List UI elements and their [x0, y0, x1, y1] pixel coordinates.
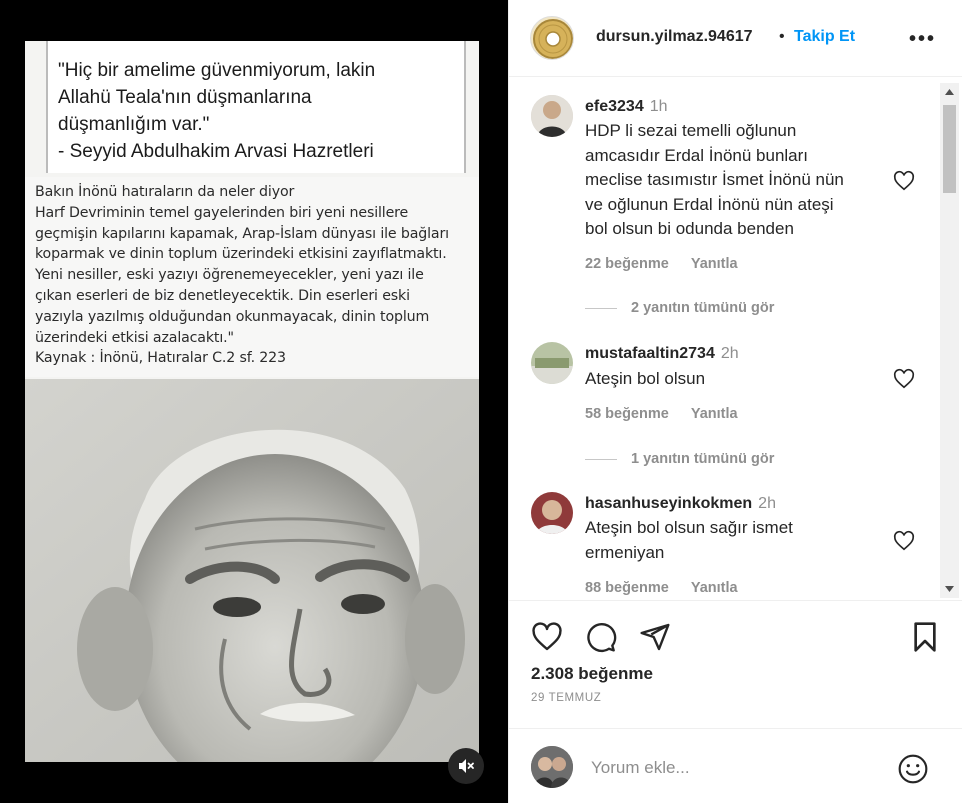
comment-bubble-icon[interactable]	[585, 621, 617, 653]
quote-line: Allahü Teala'nın düşmanlarına	[58, 87, 312, 108]
coin-image	[533, 19, 573, 59]
like-comment-heart-icon[interactable]	[893, 368, 915, 390]
mute-button[interactable]	[448, 748, 484, 784]
post-image[interactable]: "Hiç bir amelime güvenmiyorum, lakin All…	[25, 41, 479, 762]
emoji-smiley-icon[interactable]	[897, 753, 929, 785]
commenter-avatar[interactable]	[531, 492, 573, 534]
comments-list: efe3234 1h HDP li sezai temelli oğlunun a…	[509, 78, 962, 600]
comment-likes[interactable]: 22 beğenme	[585, 256, 669, 272]
comment-likes[interactable]: 88 beğenme	[585, 580, 669, 596]
comment-input[interactable]	[591, 755, 881, 781]
memoir-line: Bakın İnönü hatıraların da neler diyor	[35, 184, 295, 200]
memoir-line: çıkan eserleri de biz denetleyecektik. D…	[35, 287, 410, 304]
person-avatar-image	[531, 746, 573, 788]
follow-button[interactable]: Takip Et	[794, 28, 855, 46]
share-send-icon[interactable]	[639, 621, 671, 653]
comment-time: 2h	[720, 345, 739, 362]
comment-text: HDP li sezai temelli oğlunun amcasıdır E…	[585, 121, 844, 238]
author-avatar[interactable]	[530, 16, 574, 60]
post-likes-count[interactable]: 2.308 beğenme	[531, 664, 653, 684]
commenter-avatar[interactable]	[531, 95, 573, 137]
portrait-illustration	[25, 379, 479, 762]
post-date: 29 TEMMUZ	[531, 692, 602, 704]
speaker-muted-icon	[459, 759, 474, 773]
current-user-avatar	[531, 746, 573, 788]
memoir-line: Harf Devriminin temel gayelerinden biri …	[35, 204, 409, 221]
comment-username[interactable]: efe3234 1h	[585, 98, 668, 116]
like-heart-icon[interactable]	[531, 621, 563, 653]
memoir-line: Yeni nesiller, eski yazıyı öğrenemeyecek…	[35, 267, 424, 284]
comment-meta: 22 beğenme Yanıtla	[585, 256, 738, 272]
comment-meta: 58 beğenme Yanıtla	[585, 406, 738, 422]
memoir-text-block: Bakın İnönü hatıraların da neler diyor H…	[25, 177, 479, 377]
scrollbar-thumb[interactable]	[943, 105, 956, 193]
comment-time: 2h	[758, 495, 776, 512]
scroll-up-arrow-icon[interactable]	[940, 83, 959, 101]
comment-time: 1h	[649, 98, 668, 115]
memoir-line: üzerindeki etkisi azalacaktı."	[35, 329, 234, 346]
view-replies-button[interactable]: 2 yanıtın tümünü gör	[585, 300, 774, 316]
reply-button[interactable]: Yanıtla	[691, 406, 738, 422]
separator-dot: •	[779, 28, 785, 45]
comment-composer	[509, 728, 962, 803]
like-comment-heart-icon[interactable]	[893, 530, 915, 552]
comments-scrollbar[interactable]	[940, 83, 959, 598]
person-avatar-image	[531, 95, 573, 137]
comment-username[interactable]: hasanhuseyinkokmen 2h	[585, 495, 776, 513]
memoir-line: yazıyla yazılmış olduğundan okunmayacak,…	[35, 308, 430, 325]
instagram-post-view: "Hiç bir amelime güvenmiyorum, lakin All…	[0, 0, 962, 803]
more-options-button[interactable]: •••	[909, 28, 936, 51]
scroll-down-arrow-icon[interactable]	[940, 580, 959, 598]
quote-line: düşmanlığım var."	[58, 114, 210, 135]
comment-meta: 88 beğenme Yanıtla	[585, 580, 738, 596]
person-avatar-image	[531, 492, 573, 534]
comment-text: Ateşin bol olsun sağır ismet ermeniyan	[585, 518, 793, 562]
memoir-line: Kaynak : İnönü, Hatıralar C.2 sf. 223	[35, 350, 286, 367]
save-bookmark-icon[interactable]	[909, 621, 941, 653]
comment-username[interactable]: mustafaaltin2734 2h	[585, 345, 739, 363]
post-header: dursun.yilmaz.94617 • Takip Et •••	[509, 0, 962, 77]
view-replies-button[interactable]: 1 yanıtın tümünü gör	[585, 451, 774, 467]
post-sidebar: dursun.yilmaz.94617 • Takip Et ••• efe32…	[508, 0, 962, 803]
memoir-line: geçmişin kapılarını kapamak, Arap-İslam …	[35, 225, 449, 242]
quote-line: "Hiç bir amelime güvenmiyorum, lakin	[58, 60, 376, 81]
author-username[interactable]: dursun.yilmaz.94617	[596, 28, 753, 46]
comment-text: Ateşin bol olsun	[585, 369, 706, 388]
post-media-panel: "Hiç bir amelime güvenmiyorum, lakin All…	[0, 0, 508, 803]
memoir-line: koparmak ve dinin toplum üzerindeki etki…	[35, 246, 447, 263]
like-comment-heart-icon[interactable]	[893, 170, 915, 192]
landscape-avatar-image	[531, 342, 573, 384]
commenter-avatar[interactable]	[531, 342, 573, 384]
reply-button[interactable]: Yanıtla	[691, 580, 738, 596]
portrait-photo	[25, 379, 479, 762]
quote-line: - Seyyid Abdulhakim Arvasi Hazretleri	[58, 141, 374, 162]
quote-box: "Hiç bir amelime güvenmiyorum, lakin All…	[46, 41, 466, 173]
comment-likes[interactable]: 58 beğenme	[585, 406, 669, 422]
reply-button[interactable]: Yanıtla	[691, 256, 738, 272]
